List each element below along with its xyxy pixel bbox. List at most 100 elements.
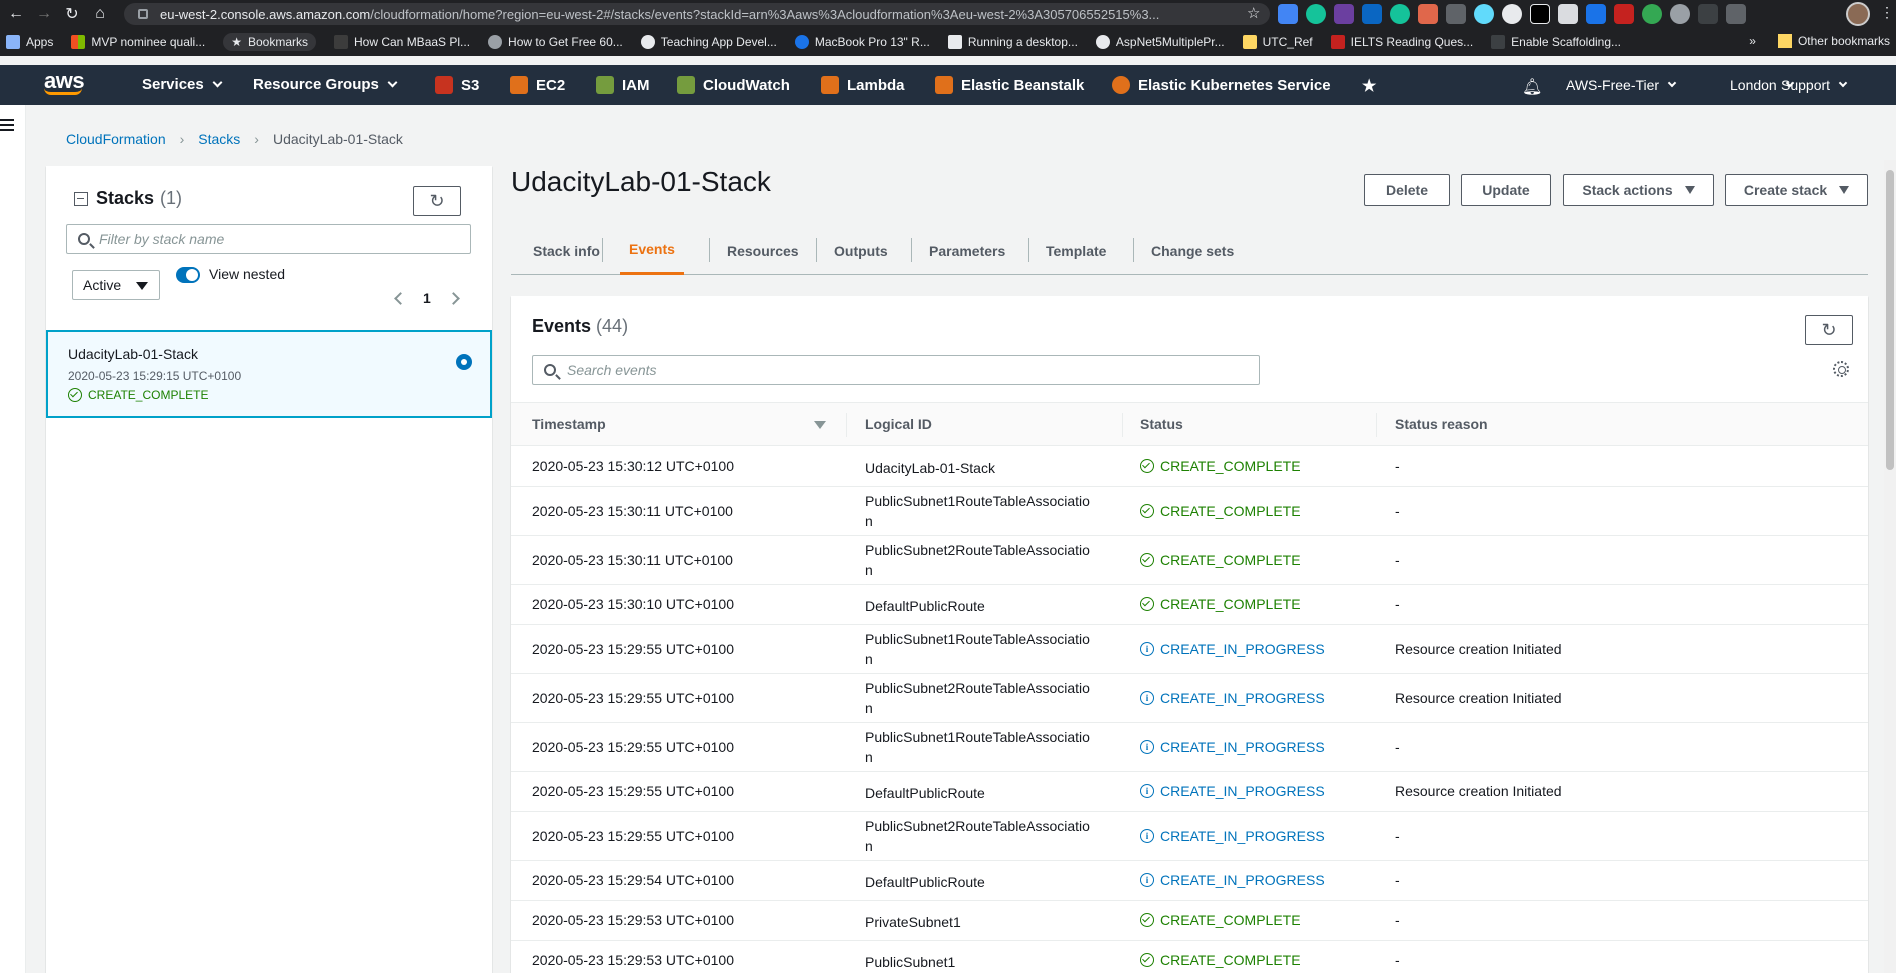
table-row[interactable]: 2020-05-23 15:29:55 UTC+0100 PublicSubnet… <box>511 674 1868 723</box>
extension-icon[interactable] <box>1670 4 1690 24</box>
shortcut-ec2[interactable]: EC2 <box>510 76 565 94</box>
grammarly-extension-icon[interactable] <box>1306 4 1326 24</box>
bookmark-item[interactable]: How to Get Free 60... <box>488 35 623 49</box>
extension-icon[interactable] <box>1418 4 1438 24</box>
tab-outputs[interactable]: Outputs <box>816 226 888 275</box>
extension-icon[interactable] <box>1586 4 1606 24</box>
pin-icon[interactable]: ★ <box>1362 76 1376 96</box>
shortcut-eks[interactable]: Elastic Kubernetes Service <box>1112 76 1331 94</box>
tab-resources[interactable]: Resources <box>709 226 799 275</box>
gear-icon[interactable] <box>1833 361 1849 377</box>
extension-icon[interactable] <box>1614 4 1634 24</box>
extension-icon[interactable] <box>1334 4 1354 24</box>
column-status-reason[interactable]: Status reason <box>1395 416 1488 432</box>
events-search-input[interactable]: Search events <box>532 355 1260 385</box>
shortcut-cloudwatch[interactable]: CloudWatch <box>677 76 790 94</box>
stack-filter-input[interactable]: Filter by stack name <box>66 224 471 254</box>
tab-change-sets[interactable]: Change sets <box>1132 226 1234 275</box>
other-bookmarks[interactable]: Other bookmarks <box>1798 34 1890 48</box>
shortcut-lambda[interactable]: Lambda <box>821 76 905 94</box>
tab-stack-info[interactable]: Stack info <box>533 226 600 275</box>
shortcut-s3[interactable]: S3 <box>435 76 479 94</box>
stack-list-item[interactable]: UdacityLab-01-Stack 2020-05-23 15:29:15 … <box>46 330 492 418</box>
hamburger-menu-icon[interactable] <box>0 119 14 134</box>
tab-template[interactable]: Template <box>1027 226 1106 275</box>
bookmark-folder[interactable]: UTC_Ref <box>1242 35 1313 49</box>
bookmark-apps[interactable]: Apps <box>6 35 53 49</box>
reload-icon[interactable]: ↻ <box>60 2 84 26</box>
table-row[interactable]: 2020-05-23 15:29:55 UTC+0100 PublicSubnet… <box>511 625 1868 674</box>
breadcrumb-stacks[interactable]: Stacks <box>198 131 240 147</box>
table-row[interactable]: 2020-05-23 15:30:10 UTC+0100 DefaultPubli… <box>511 585 1868 625</box>
table-row[interactable]: 2020-05-23 15:30:12 UTC+0100 UdacityLab-0… <box>511 447 1868 487</box>
stack-actions-button[interactable]: Stack actions <box>1563 174 1714 206</box>
home-icon[interactable]: ⌂ <box>88 2 112 26</box>
bookmark-item[interactable]: Teaching App Devel... <box>640 35 777 49</box>
services-menu[interactable]: Services <box>142 76 223 93</box>
breadcrumb-cloudformation[interactable]: CloudFormation <box>66 131 166 147</box>
next-page-icon[interactable] <box>446 291 460 305</box>
table-row[interactable]: 2020-05-23 15:29:53 UTC+0100 PrivateSubne… <box>511 901 1868 941</box>
column-status[interactable]: Status <box>1140 416 1183 432</box>
resource-groups-menu[interactable]: Resource Groups <box>253 76 398 93</box>
refresh-stacks-button[interactable]: ↻ <box>413 186 461 216</box>
scrollbar-thumb[interactable] <box>1886 170 1894 470</box>
extension-icon[interactable] <box>1558 4 1578 24</box>
star-bookmark-icon[interactable]: ☆ <box>1247 4 1260 22</box>
column-logical-id[interactable]: Logical ID <box>865 416 932 432</box>
bookmark-item[interactable]: MVP nominee quali... <box>71 35 205 49</box>
bookmark-folder-bookmarks[interactable]: ★ Bookmarks <box>223 33 316 51</box>
table-row[interactable]: 2020-05-23 15:30:11 UTC+0100 PublicSubnet… <box>511 536 1868 585</box>
extension-icon[interactable] <box>1698 4 1718 24</box>
table-row[interactable]: 2020-05-23 15:29:54 UTC+0100 DefaultPubli… <box>511 861 1868 901</box>
support-menu[interactable]: Support <box>1781 77 1848 93</box>
delete-button[interactable]: Delete <box>1364 174 1450 206</box>
translate-extension-icon[interactable] <box>1278 4 1298 24</box>
table-row[interactable]: 2020-05-23 15:30:11 UTC+0100 PublicSubnet… <box>511 487 1868 536</box>
bookmark-item[interactable]: MacBook Pro 13" R... <box>794 35 930 49</box>
extension-icon[interactable] <box>1446 4 1466 24</box>
table-row[interactable]: 2020-05-23 15:29:55 UTC+0100 PublicSubnet… <box>511 723 1868 772</box>
extension-icon[interactable] <box>1726 4 1746 24</box>
prev-page-icon[interactable] <box>394 291 407 305</box>
stack-name[interactable]: UdacityLab-01-Stack <box>68 346 198 362</box>
back-icon[interactable]: ← <box>4 2 28 26</box>
address-bar[interactable]: eu-west-2.console.aws.amazon.com /cloudf… <box>124 3 1270 25</box>
bookmark-item[interactable]: How Can MBaaS Pl... <box>334 35 470 49</box>
tab-events[interactable]: Events <box>602 226 684 275</box>
current-page[interactable]: 1 <box>423 290 431 306</box>
bookmark-item[interactable]: Running a desktop... <box>947 35 1078 49</box>
stack-radio[interactable] <box>456 354 472 370</box>
bookmark-item[interactable]: IELTS Reading Ques... <box>1330 35 1473 49</box>
update-button[interactable]: Update <box>1461 174 1551 206</box>
tab-parameters[interactable]: Parameters <box>910 226 1005 275</box>
table-row[interactable]: 2020-05-23 15:29:55 UTC+0100 PublicSubnet… <box>511 812 1868 861</box>
sort-desc-icon[interactable] <box>814 421 826 429</box>
aws-logo[interactable]: aws <box>44 68 92 102</box>
grammarly-extension-icon[interactable] <box>1390 4 1410 24</box>
column-timestamp[interactable]: Timestamp <box>532 416 606 432</box>
view-nested-toggle[interactable] <box>176 267 200 283</box>
refresh-events-button[interactable]: ↻ <box>1805 315 1853 345</box>
overflow-icon[interactable]: » <box>1749 34 1756 48</box>
table-row[interactable]: 2020-05-23 15:29:53 UTC+0100 PublicSubnet… <box>511 941 1868 973</box>
collapse-icon[interactable] <box>74 191 88 206</box>
account-menu[interactable]: AWS-Free-Tier <box>1566 77 1677 93</box>
profile-avatar[interactable] <box>1846 2 1870 26</box>
forward-icon[interactable]: → <box>32 2 56 26</box>
linkedin-extension-icon[interactable] <box>1362 4 1382 24</box>
bookmark-item[interactable]: Enable Scaffolding... <box>1491 35 1621 49</box>
notifications-bell-icon[interactable]: 🔔︎ <box>1522 77 1542 97</box>
extension-icon[interactable] <box>1642 4 1662 24</box>
shortcut-iam[interactable]: IAM <box>596 76 650 94</box>
table-row[interactable]: 2020-05-23 15:29:55 UTC+0100 DefaultPubli… <box>511 772 1868 812</box>
extension-icon[interactable] <box>1530 4 1550 24</box>
shortcut-elastic-beanstalk[interactable]: Elastic Beanstalk <box>935 76 1084 94</box>
chrome-menu-icon[interactable]: ⋮ <box>1880 4 1894 21</box>
create-stack-button[interactable]: Create stack <box>1725 174 1868 206</box>
page-scrollbar[interactable] <box>1884 160 1896 973</box>
extension-icon[interactable] <box>1502 4 1522 24</box>
bookmark-item[interactable]: AspNet5MultiplePr... <box>1095 35 1225 49</box>
status-filter-select[interactable]: Active <box>72 270 160 300</box>
react-devtools-icon[interactable] <box>1474 4 1494 24</box>
